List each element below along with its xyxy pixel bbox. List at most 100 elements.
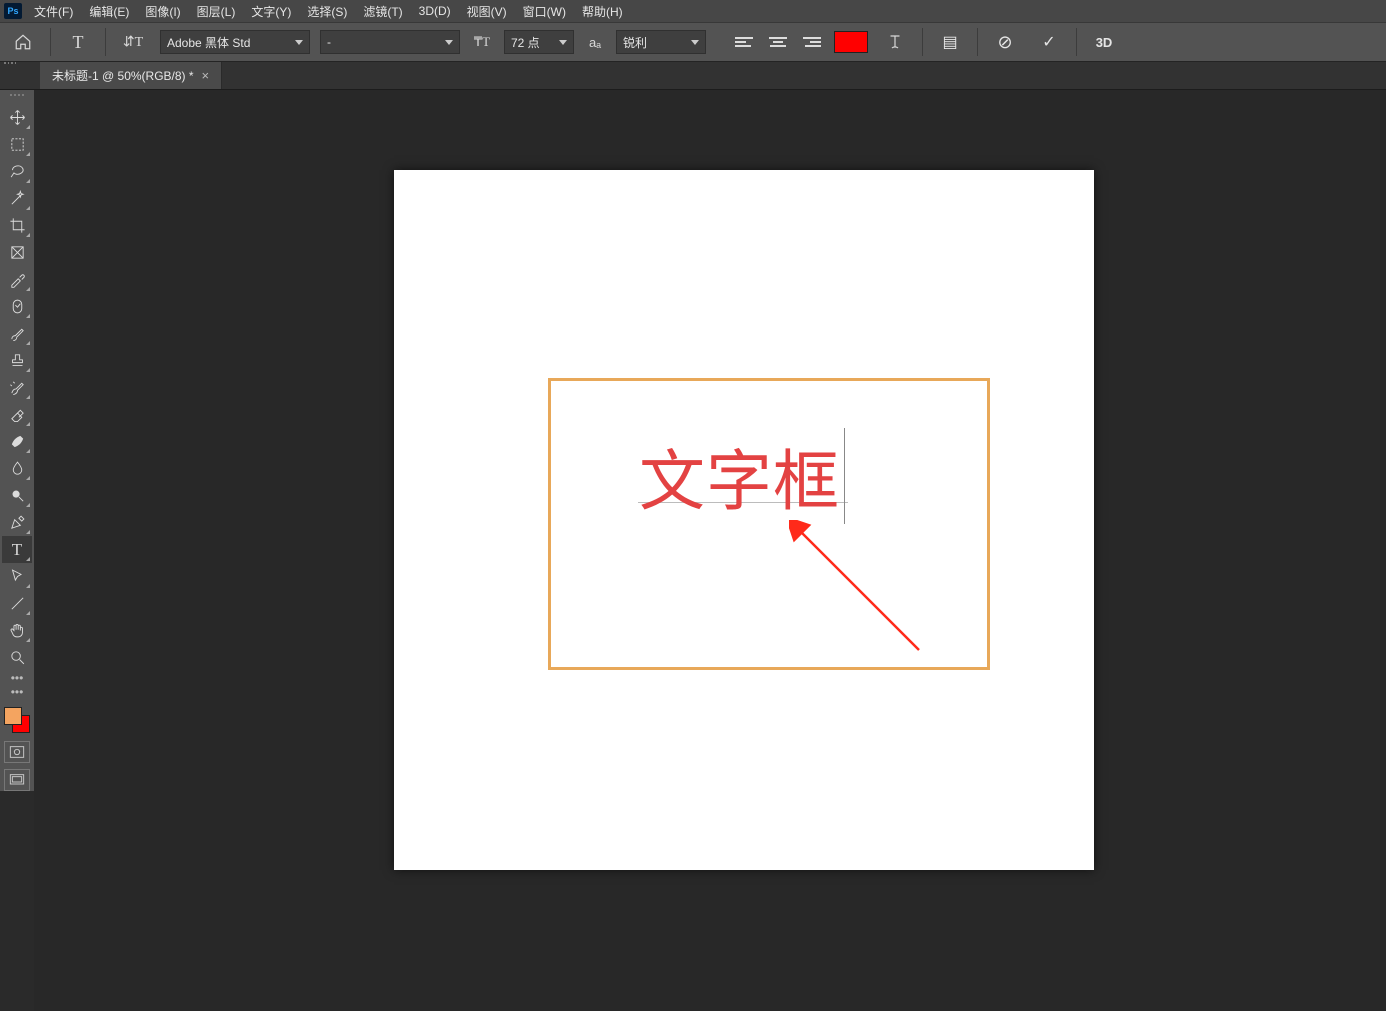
history-brush-tool[interactable]: [2, 374, 32, 401]
font-size-value: 72 点: [511, 34, 540, 51]
menu-file[interactable]: 文件(F): [26, 0, 81, 23]
wand-icon: [9, 190, 26, 207]
type-icon: T: [12, 540, 22, 560]
checkmark-icon: ✓: [1042, 32, 1055, 52]
workspace[interactable]: 文字框: [34, 90, 1386, 1011]
line-icon: [9, 595, 26, 612]
quick-mask-button[interactable]: [4, 741, 30, 763]
cancel-icon: ⊘: [997, 32, 1012, 53]
ellipsis-icon: •••: [11, 685, 24, 699]
dodge-tool[interactable]: [2, 482, 32, 509]
lasso-tool[interactable]: [2, 158, 32, 185]
quick-selection-tool[interactable]: [2, 185, 32, 212]
screen-mode-button[interactable]: [4, 769, 30, 791]
brush-icon: [9, 325, 26, 342]
menu-3d[interactable]: 3D(D): [411, 1, 459, 21]
dodge-icon: [9, 487, 26, 504]
document-canvas[interactable]: 文字框: [394, 170, 1094, 870]
menu-view[interactable]: 视图(V): [459, 0, 515, 23]
pen-tool[interactable]: [2, 509, 32, 536]
menu-select[interactable]: 选择(S): [299, 0, 355, 23]
align-left-button[interactable]: [732, 31, 756, 53]
menu-type[interactable]: 文字(Y): [243, 0, 299, 23]
options-bar: T ⇵T Adobe 黑体 Std - ₸T 72 点 aₐ 锐利 ▤ ⊘ ✓: [0, 22, 1386, 62]
anti-alias-icon: aₐ: [589, 35, 601, 50]
toolbar-more[interactable]: •••: [2, 671, 32, 685]
blur-icon: [9, 460, 26, 477]
frame-tool[interactable]: [2, 239, 32, 266]
foreground-color-swatch[interactable]: [4, 707, 22, 725]
separator: [1076, 28, 1077, 56]
cancel-button[interactable]: ⊘: [988, 27, 1022, 57]
screen-mode-icon: [9, 773, 25, 787]
healing-tool[interactable]: [2, 293, 32, 320]
hand-icon: [9, 622, 26, 639]
character-panel-button[interactable]: ▤: [933, 27, 967, 57]
pen-icon: [9, 514, 26, 531]
document-tab[interactable]: 未标题-1 @ 50%(RGB/8) * ×: [40, 62, 222, 89]
menu-window[interactable]: 窗口(W): [515, 0, 574, 23]
document-tab-bar: 未标题-1 @ 50%(RGB/8) * ×: [0, 62, 1386, 90]
blur-tool[interactable]: [2, 455, 32, 482]
crop-tool[interactable]: [2, 212, 32, 239]
lasso-icon: [9, 163, 26, 180]
font-family-dropdown[interactable]: Adobe 黑体 Std: [160, 30, 310, 54]
active-tool-indicator[interactable]: T: [61, 27, 95, 57]
close-tab-icon[interactable]: ×: [202, 68, 210, 83]
separator: [105, 28, 106, 56]
eraser-icon: [9, 406, 26, 423]
eraser-tool[interactable]: [2, 401, 32, 428]
font-style-value: -: [327, 35, 331, 49]
align-center-button[interactable]: [766, 31, 790, 53]
font-style-dropdown[interactable]: -: [320, 30, 460, 54]
type-tool[interactable]: T: [2, 536, 32, 563]
text-orientation-button[interactable]: ⇵T: [116, 27, 150, 57]
hand-tool[interactable]: [2, 617, 32, 644]
ellipsis-icon: •••: [11, 671, 24, 685]
annotation-rectangle: [548, 378, 990, 670]
toolbar-grip[interactable]: [3, 94, 31, 100]
3d-button[interactable]: 3D: [1087, 27, 1121, 57]
menu-bar: Ps 文件(F) 编辑(E) 图像(I) 图层(L) 文字(Y) 选择(S) 滤…: [0, 0, 1386, 22]
chevron-down-icon: [445, 40, 453, 45]
tool-bar: T ••• •••: [0, 90, 34, 791]
menu-layer[interactable]: 图层(L): [189, 0, 244, 23]
shape-tool[interactable]: [2, 590, 32, 617]
stamp-tool[interactable]: [2, 347, 32, 374]
text-color-swatch[interactable]: [834, 31, 868, 53]
brush-tool[interactable]: [2, 320, 32, 347]
menu-image[interactable]: 图像(I): [137, 0, 188, 23]
color-pickers[interactable]: [2, 705, 32, 735]
path-selection-tool[interactable]: [2, 563, 32, 590]
home-icon: [14, 33, 32, 51]
font-size-dropdown[interactable]: 72 点: [504, 30, 574, 54]
anti-alias-label: aₐ: [584, 27, 606, 57]
quick-mask-icon: [9, 745, 25, 759]
separator: [977, 28, 978, 56]
toolbar-edit[interactable]: •••: [2, 685, 32, 699]
eyedropper-tool[interactable]: [2, 266, 32, 293]
menu-filter[interactable]: 滤镜(T): [355, 0, 410, 23]
warp-text-button[interactable]: [878, 27, 912, 57]
chevron-down-icon: [295, 40, 303, 45]
frame-icon: [9, 244, 26, 261]
align-right-button[interactable]: [800, 31, 824, 53]
path-icon: [9, 568, 26, 585]
marquee-tool[interactable]: [2, 131, 32, 158]
font-family-value: Adobe 黑体 Std: [167, 34, 250, 51]
options-bar-grip[interactable]: [0, 62, 16, 72]
zoom-icon: [9, 649, 26, 666]
gradient-tool[interactable]: [2, 428, 32, 455]
chevron-down-icon: [691, 40, 699, 45]
zoom-tool[interactable]: [2, 644, 32, 671]
commit-button[interactable]: ✓: [1032, 27, 1066, 57]
move-tool[interactable]: [2, 104, 32, 131]
separator: [922, 28, 923, 56]
stamp-icon: [9, 352, 26, 369]
anti-alias-dropdown[interactable]: 锐利: [616, 30, 706, 54]
menu-help[interactable]: 帮助(H): [574, 0, 631, 23]
chevron-down-icon: [559, 40, 567, 45]
home-button[interactable]: [6, 27, 40, 57]
menu-edit[interactable]: 编辑(E): [81, 0, 137, 23]
type-layer-text[interactable]: 文字框: [639, 428, 845, 524]
